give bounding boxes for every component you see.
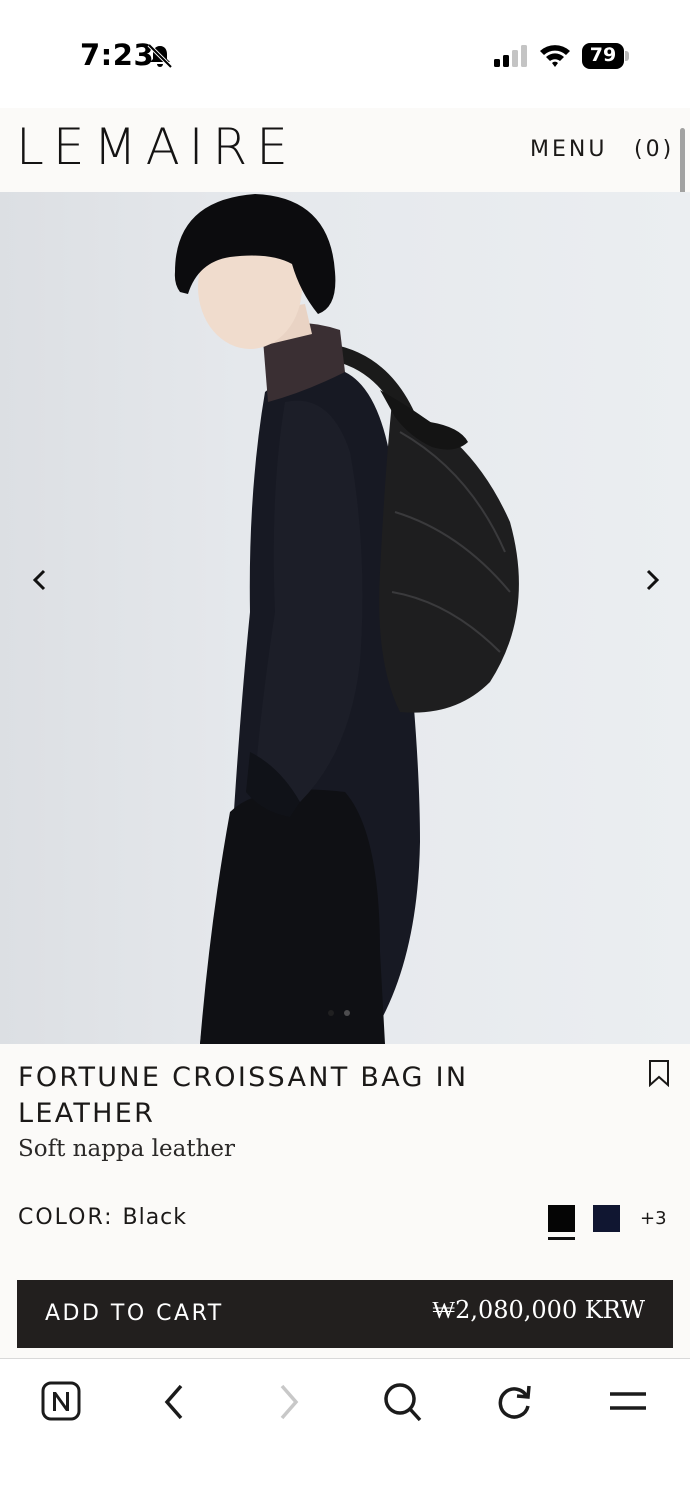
product-title: FORTUNE CROISSANT BAG IN LEATHER [18,1062,469,1129]
color-value: Black [122,1205,188,1230]
wifi-icon [540,45,570,67]
product-image[interactable] [0,192,690,1044]
bell-slash-icon [147,43,173,69]
naver-n-icon[interactable] [40,1380,84,1424]
add-to-cart-label: ADD TO CART [45,1301,224,1326]
add-to-cart-button[interactable]: ADD TO CART ₩2,080,000 KRW [17,1280,673,1348]
carousel-dot-active[interactable] [328,1010,334,1016]
color-row: COLOR: Black [18,1205,187,1230]
carousel-dots [328,1010,350,1016]
back-icon[interactable] [153,1380,197,1424]
hamburger-menu-icon[interactable] [606,1380,650,1424]
bookmark-icon[interactable] [648,1059,670,1087]
color-swatch-navy[interactable] [593,1205,620,1232]
cart-count-button[interactable]: (0) [634,137,674,162]
product-price: ₩2,080,000 KRW [432,1296,645,1324]
product-subtitle: Soft nappa leather [18,1136,236,1162]
brand-logo[interactable]: LEMAIRE [16,112,297,182]
chevron-right-icon[interactable] [632,560,672,600]
color-label: COLOR: [18,1205,114,1230]
browser-toolbar [0,1358,690,1500]
battery-percent: 79 [589,44,617,66]
model-photo [174,194,519,1044]
more-colors-link[interactable]: +3 [640,1208,667,1229]
status-time: 7:23 [80,38,155,72]
chevron-left-icon[interactable] [20,560,60,600]
battery-icon: 79 [582,43,630,69]
selected-swatch-indicator [548,1237,575,1240]
color-swatch-black[interactable] [548,1205,575,1232]
carousel-dot[interactable] [344,1010,350,1016]
cellular-signal-icon [494,45,527,67]
reload-icon[interactable] [493,1380,537,1424]
menu-button[interactable]: MENU [530,137,607,162]
search-icon[interactable] [380,1380,424,1424]
forward-icon[interactable] [266,1380,310,1424]
